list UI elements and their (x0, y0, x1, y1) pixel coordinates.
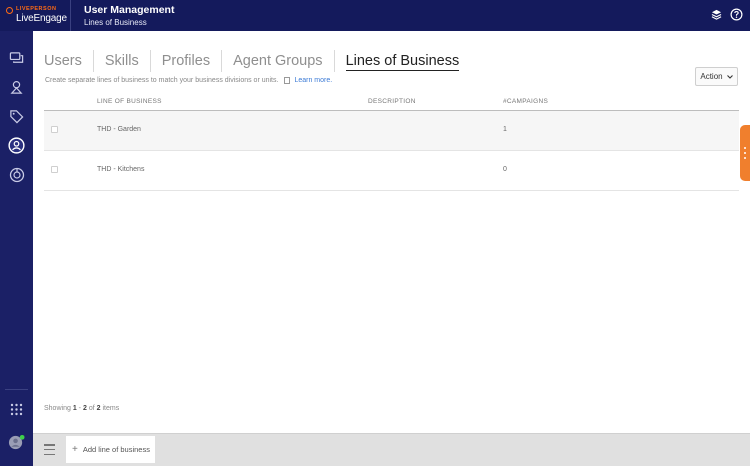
tab-lines-of-business[interactable]: Lines of Business (335, 50, 471, 72)
pagination-to: 2 (82, 405, 87, 412)
table-row[interactable]: THD - Garden 1 (44, 111, 739, 151)
handle-dot (744, 152, 746, 154)
learn-more-link[interactable]: Learn more. (294, 77, 332, 84)
pagination-summary: Showing 1 - 2 of 2 items (44, 405, 119, 412)
logo-brand-text: LIVEPERSON (16, 6, 57, 12)
help-icon[interactable] (730, 8, 743, 21)
add-button-label: Add line of business (82, 445, 150, 454)
layers-icon[interactable] (710, 8, 723, 21)
tab-skills[interactable]: Skills (94, 50, 151, 72)
tab-label: Lines of Business (345, 53, 460, 71)
users-icon[interactable] (8, 137, 25, 154)
apps-grid-icon[interactable] (8, 401, 25, 418)
column-header-description[interactable]: DESCRIPTION (368, 98, 416, 105)
pagination-from: 1 (72, 405, 77, 412)
description-text: Create separate lines of business to mat… (45, 77, 279, 84)
analytics-icon[interactable] (8, 166, 25, 183)
logo-product-text: LiveEngage (16, 13, 67, 24)
liveperson-logo[interactable]: LIVEPERSON LiveEngage (0, 0, 71, 31)
action-dropdown-button[interactable]: Action (695, 67, 738, 86)
tab-label: Agent Groups (233, 53, 323, 69)
tab-users[interactable]: Users (44, 50, 94, 72)
logo-mark-icon (6, 7, 13, 14)
sidebar (0, 31, 33, 466)
lob-name: THD - Kitchens (97, 166, 145, 173)
tab-profiles[interactable]: Profiles (151, 50, 223, 72)
column-header-campaigns[interactable]: #CAMPAIGNS (503, 98, 548, 105)
tags-icon[interactable] (8, 108, 25, 125)
chevron-down-icon (726, 74, 733, 79)
tab-label: Users (44, 53, 82, 69)
tab-label: Skills (104, 53, 139, 69)
campaigns-icon[interactable] (8, 79, 25, 96)
lob-campaigns: 0 (503, 166, 507, 173)
top-header: LIVEPERSON LiveEngage User Management Li… (0, 0, 750, 31)
tab-bar: Users Skills Profiles Agent Groups Lines… (44, 50, 470, 72)
table-header: LINE OF BUSINESS DESCRIPTION #CAMPAIGNS (44, 95, 739, 111)
lob-name: THD - Garden (97, 126, 141, 133)
conversations-icon[interactable] (8, 50, 25, 67)
handle-dot (744, 157, 746, 159)
avatar[interactable] (8, 434, 25, 451)
bottom-toolbar: + Add line of business (33, 433, 750, 466)
tab-agent-groups[interactable]: Agent Groups (222, 50, 335, 72)
sidebar-divider (5, 389, 28, 390)
action-label: Action (700, 72, 723, 81)
pagination-dash: - (78, 405, 82, 412)
side-panel-handle[interactable] (740, 125, 750, 181)
lob-campaigns: 1 (503, 126, 507, 133)
main-content: Users Skills Profiles Agent Groups Lines… (33, 31, 750, 433)
plus-icon: + (72, 444, 78, 455)
row-checkbox[interactable] (51, 126, 58, 133)
lob-table: LINE OF BUSINESS DESCRIPTION #CAMPAIGNS … (44, 95, 739, 191)
section-description: Create separate lines of business to mat… (45, 77, 332, 84)
pagination-total: 2 (96, 405, 101, 412)
hamburger-menu-icon[interactable] (44, 444, 55, 455)
pagination-prefix: Showing (44, 405, 71, 412)
column-header-line-of-business[interactable]: LINE OF BUSINESS (97, 98, 162, 105)
table-row[interactable]: THD - Kitchens 0 (44, 151, 739, 191)
tab-label: Profiles (161, 53, 211, 69)
handle-dot (744, 147, 746, 149)
page-title: User Management (84, 3, 175, 16)
pagination-suffix: items (102, 405, 120, 412)
pagination-of: of (88, 405, 95, 412)
row-checkbox[interactable] (51, 166, 58, 173)
document-icon (284, 77, 291, 84)
page-subtitle: Lines of Business (84, 17, 147, 27)
add-line-of-business-button[interactable]: + Add line of business (66, 436, 155, 463)
